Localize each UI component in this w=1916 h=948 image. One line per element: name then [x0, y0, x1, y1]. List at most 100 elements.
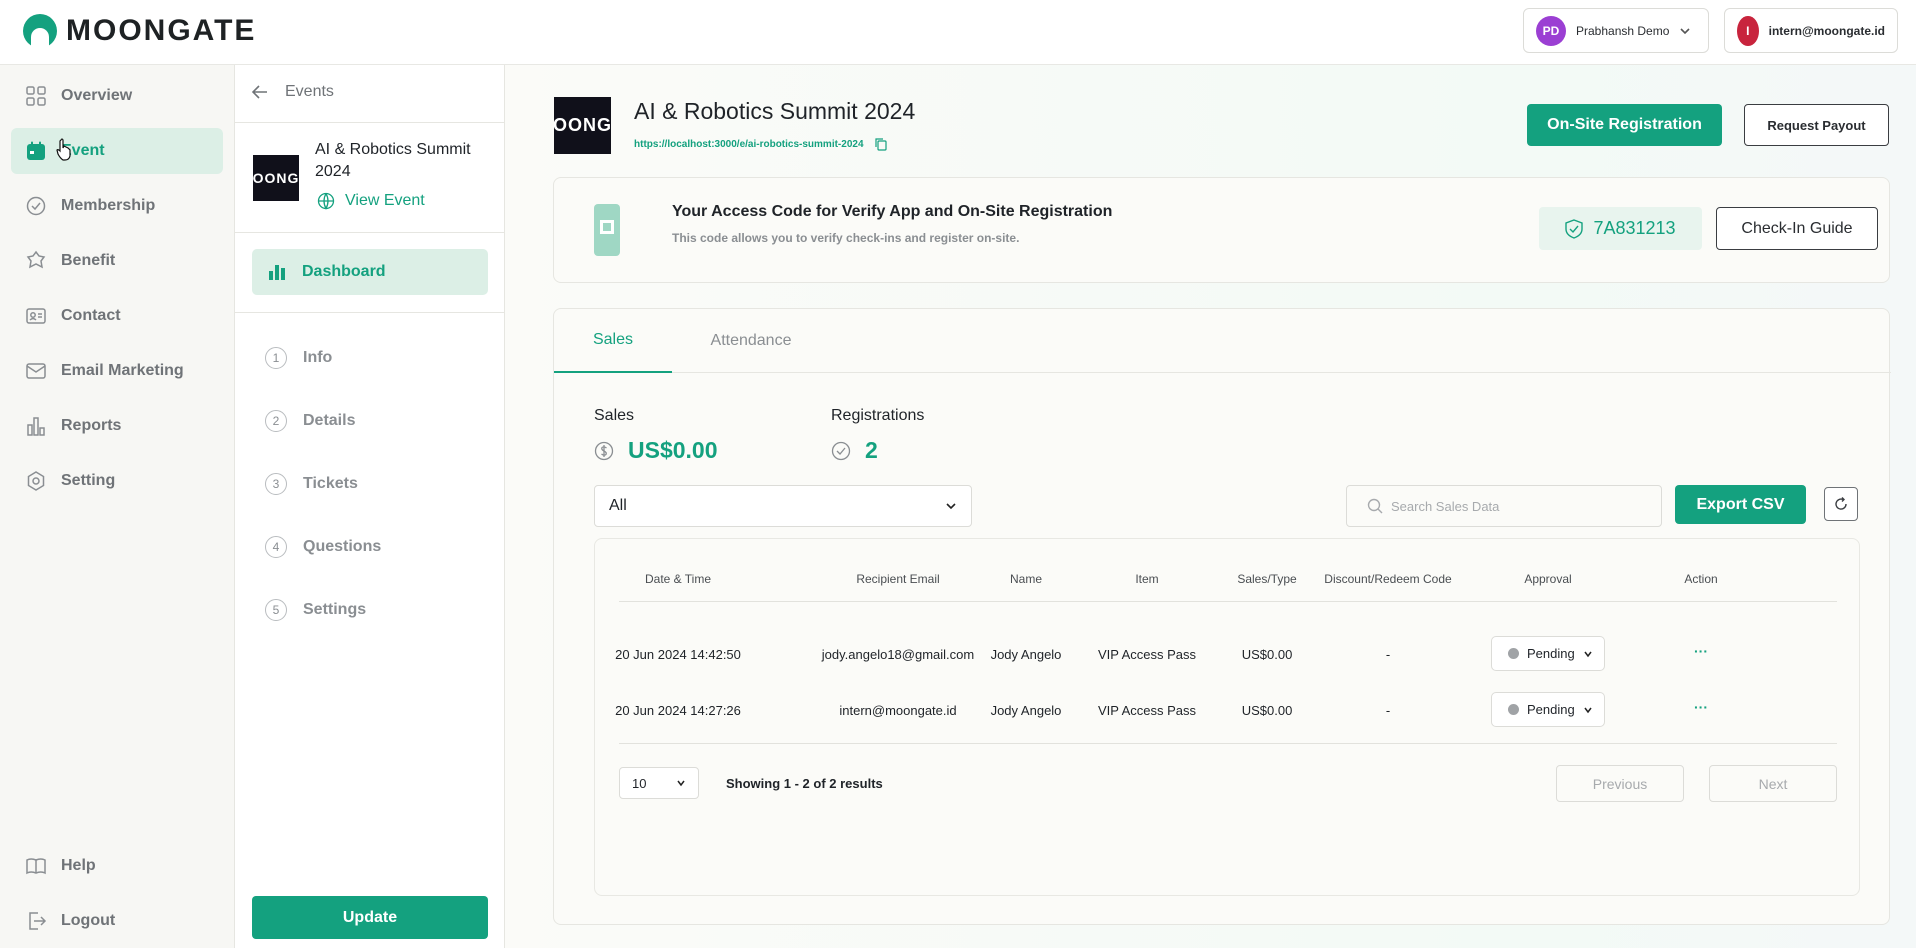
column-header-date[interactable]: Date & Time — [645, 572, 711, 586]
cell-item: VIP Access Pass — [1097, 647, 1197, 662]
results-summary: Showing 1 - 2 of 2 results — [726, 776, 883, 791]
export-csv-button[interactable]: Export CSV — [1675, 485, 1806, 524]
request-payout-button[interactable]: Request Payout — [1744, 104, 1889, 146]
step-info[interactable]: 1 Info — [265, 347, 332, 369]
sidebar-item-email-marketing[interactable]: Email Marketing — [11, 348, 223, 394]
sidebar-item-event[interactable]: Event — [11, 128, 223, 174]
row-actions-button[interactable]: ··· — [1694, 699, 1708, 715]
step-label: Info — [303, 349, 333, 366]
column-header-item[interactable]: Item — [1135, 572, 1158, 586]
cell-name: Jody Angelo — [990, 647, 1062, 662]
status-dot — [1508, 648, 1519, 659]
approval-status: Pending — [1527, 702, 1575, 717]
sidebar-item-logout[interactable]: Logout — [11, 898, 223, 944]
sidebar-item-label: Reports — [61, 417, 122, 434]
tab-sales[interactable]: Sales — [554, 309, 672, 373]
tab-attendance[interactable]: Attendance — [672, 309, 830, 373]
access-code-badge[interactable]: 7A831213 — [1539, 207, 1702, 250]
approval-status: Pending — [1527, 646, 1575, 661]
sidebar-item-label: Contact — [61, 307, 121, 324]
row-actions-button[interactable]: ··· — [1694, 643, 1708, 659]
event-header-thumbnail: OONG — [554, 97, 611, 154]
moongate-logo[interactable]: MOONGATE — [22, 13, 256, 49]
previous-page-button[interactable]: Previous — [1556, 765, 1684, 802]
dollar-circle-icon — [594, 441, 614, 460]
step-number: 3 — [265, 473, 287, 495]
cell-email: intern@moongate.id — [839, 703, 957, 718]
approval-dropdown[interactable]: Pending — [1491, 692, 1605, 727]
workspace-switcher[interactable]: PD Prabhansh Demo — [1523, 8, 1709, 53]
event-url[interactable]: https://localhost:3000/e/ai-robotics-sum… — [634, 139, 864, 150]
search-input[interactable]: Search Sales Data — [1346, 485, 1662, 527]
sidebar-item-contact[interactable]: Contact — [11, 293, 223, 339]
column-header-discount[interactable]: Discount/Redeem Code — [1324, 572, 1451, 586]
dashboard-nav-item[interactable]: Dashboard — [252, 249, 488, 295]
sidebar-item-setting[interactable]: Setting — [11, 458, 223, 504]
registrations-stat: 2 — [831, 437, 878, 464]
sidebar-item-label: Benefit — [61, 252, 116, 269]
column-header-action[interactable]: Action — [1684, 572, 1717, 586]
cell-name: Jody Angelo — [990, 703, 1062, 718]
sidebar-item-overview[interactable]: Overview — [11, 73, 223, 119]
workspace-name: Prabhansh Demo — [1576, 23, 1670, 38]
filter-value: All — [609, 497, 627, 514]
step-details[interactable]: 2 Details — [265, 410, 355, 432]
event-subnav: Events OONG AI & Robotics Summit 2024 Vi… — [235, 65, 505, 948]
sidebar-item-label: Overview — [61, 87, 133, 104]
copy-icon[interactable] — [874, 137, 888, 151]
view-event-link[interactable]: View Event — [317, 192, 425, 210]
step-tickets[interactable]: 3 Tickets — [265, 473, 358, 495]
check-in-guide-button[interactable]: Check-In Guide — [1716, 207, 1878, 250]
moongate-logo-icon — [23, 14, 57, 49]
sales-stat-value: US$0.00 — [628, 437, 718, 463]
status-dot — [1508, 704, 1519, 715]
column-header-sales-type[interactable]: Sales/Type — [1237, 572, 1296, 586]
column-header-approval[interactable]: Approval — [1524, 572, 1571, 586]
sidebar-item-help[interactable]: Help — [11, 843, 223, 889]
step-number: 1 — [265, 347, 287, 369]
brand-name: MOONGATE — [66, 14, 257, 47]
step-number: 2 — [265, 410, 287, 432]
back-to-events[interactable]: Events — [251, 83, 334, 101]
chevron-down-icon — [1584, 707, 1592, 713]
per-page-value: 10 — [632, 775, 647, 791]
account-menu[interactable]: I intern@moongate.id — [1724, 8, 1898, 53]
sidebar-item-benefit[interactable]: Benefit — [11, 238, 223, 284]
divider — [235, 122, 505, 123]
main-content: OONG AI & Robotics Summit 2024 https://l… — [506, 65, 1916, 948]
refresh-button[interactable] — [1824, 487, 1858, 521]
update-button[interactable]: Update — [252, 896, 488, 939]
access-code-card: Your Access Code for Verify App and On-S… — [553, 177, 1890, 283]
sidebar-item-label: Help — [61, 857, 96, 874]
sales-panel: Sales Attendance Sales US$0.00 Registrat… — [553, 308, 1891, 925]
divider — [619, 601, 1837, 602]
sales-table: Date & Time Recipient Email Name Item Sa… — [594, 538, 1860, 896]
gift-icon — [26, 250, 46, 269]
cell-sales: US$0.00 — [1241, 703, 1293, 718]
approval-dropdown[interactable]: Pending — [1491, 636, 1605, 671]
cell-date: 20 Jun 2024 14:42:50 — [615, 647, 741, 662]
logout-icon — [29, 912, 47, 930]
next-page-button[interactable]: Next — [1709, 765, 1837, 802]
sidebar-item-membership[interactable]: Membership — [11, 183, 223, 229]
divider — [235, 232, 505, 233]
onsite-registration-button[interactable]: On-Site Registration — [1527, 104, 1722, 146]
step-questions[interactable]: 4 Questions — [265, 536, 381, 558]
sales-stat: US$0.00 — [594, 437, 718, 464]
event-thumbnail: OONG — [253, 155, 299, 201]
chevron-down-icon — [1584, 651, 1592, 657]
column-header-email[interactable]: Recipient Email — [856, 572, 939, 586]
sidebar-item-reports[interactable]: Reports — [11, 403, 223, 449]
sidebar-item-label: Logout — [61, 912, 116, 929]
mail-icon — [26, 363, 46, 379]
registrations-stat-label: Registrations — [831, 407, 925, 424]
back-label: Events — [285, 83, 334, 100]
column-header-name[interactable]: Name — [1010, 572, 1042, 586]
sidebar-item-label: Email Marketing — [61, 362, 184, 379]
cell-discount: - — [1385, 647, 1391, 662]
filter-select[interactable]: All — [594, 485, 972, 527]
cursor-hand-icon — [56, 138, 71, 161]
per-page-select[interactable]: 10 — [619, 767, 699, 799]
step-settings[interactable]: 5 Settings — [265, 599, 366, 621]
dashboard-label: Dashboard — [302, 263, 386, 280]
